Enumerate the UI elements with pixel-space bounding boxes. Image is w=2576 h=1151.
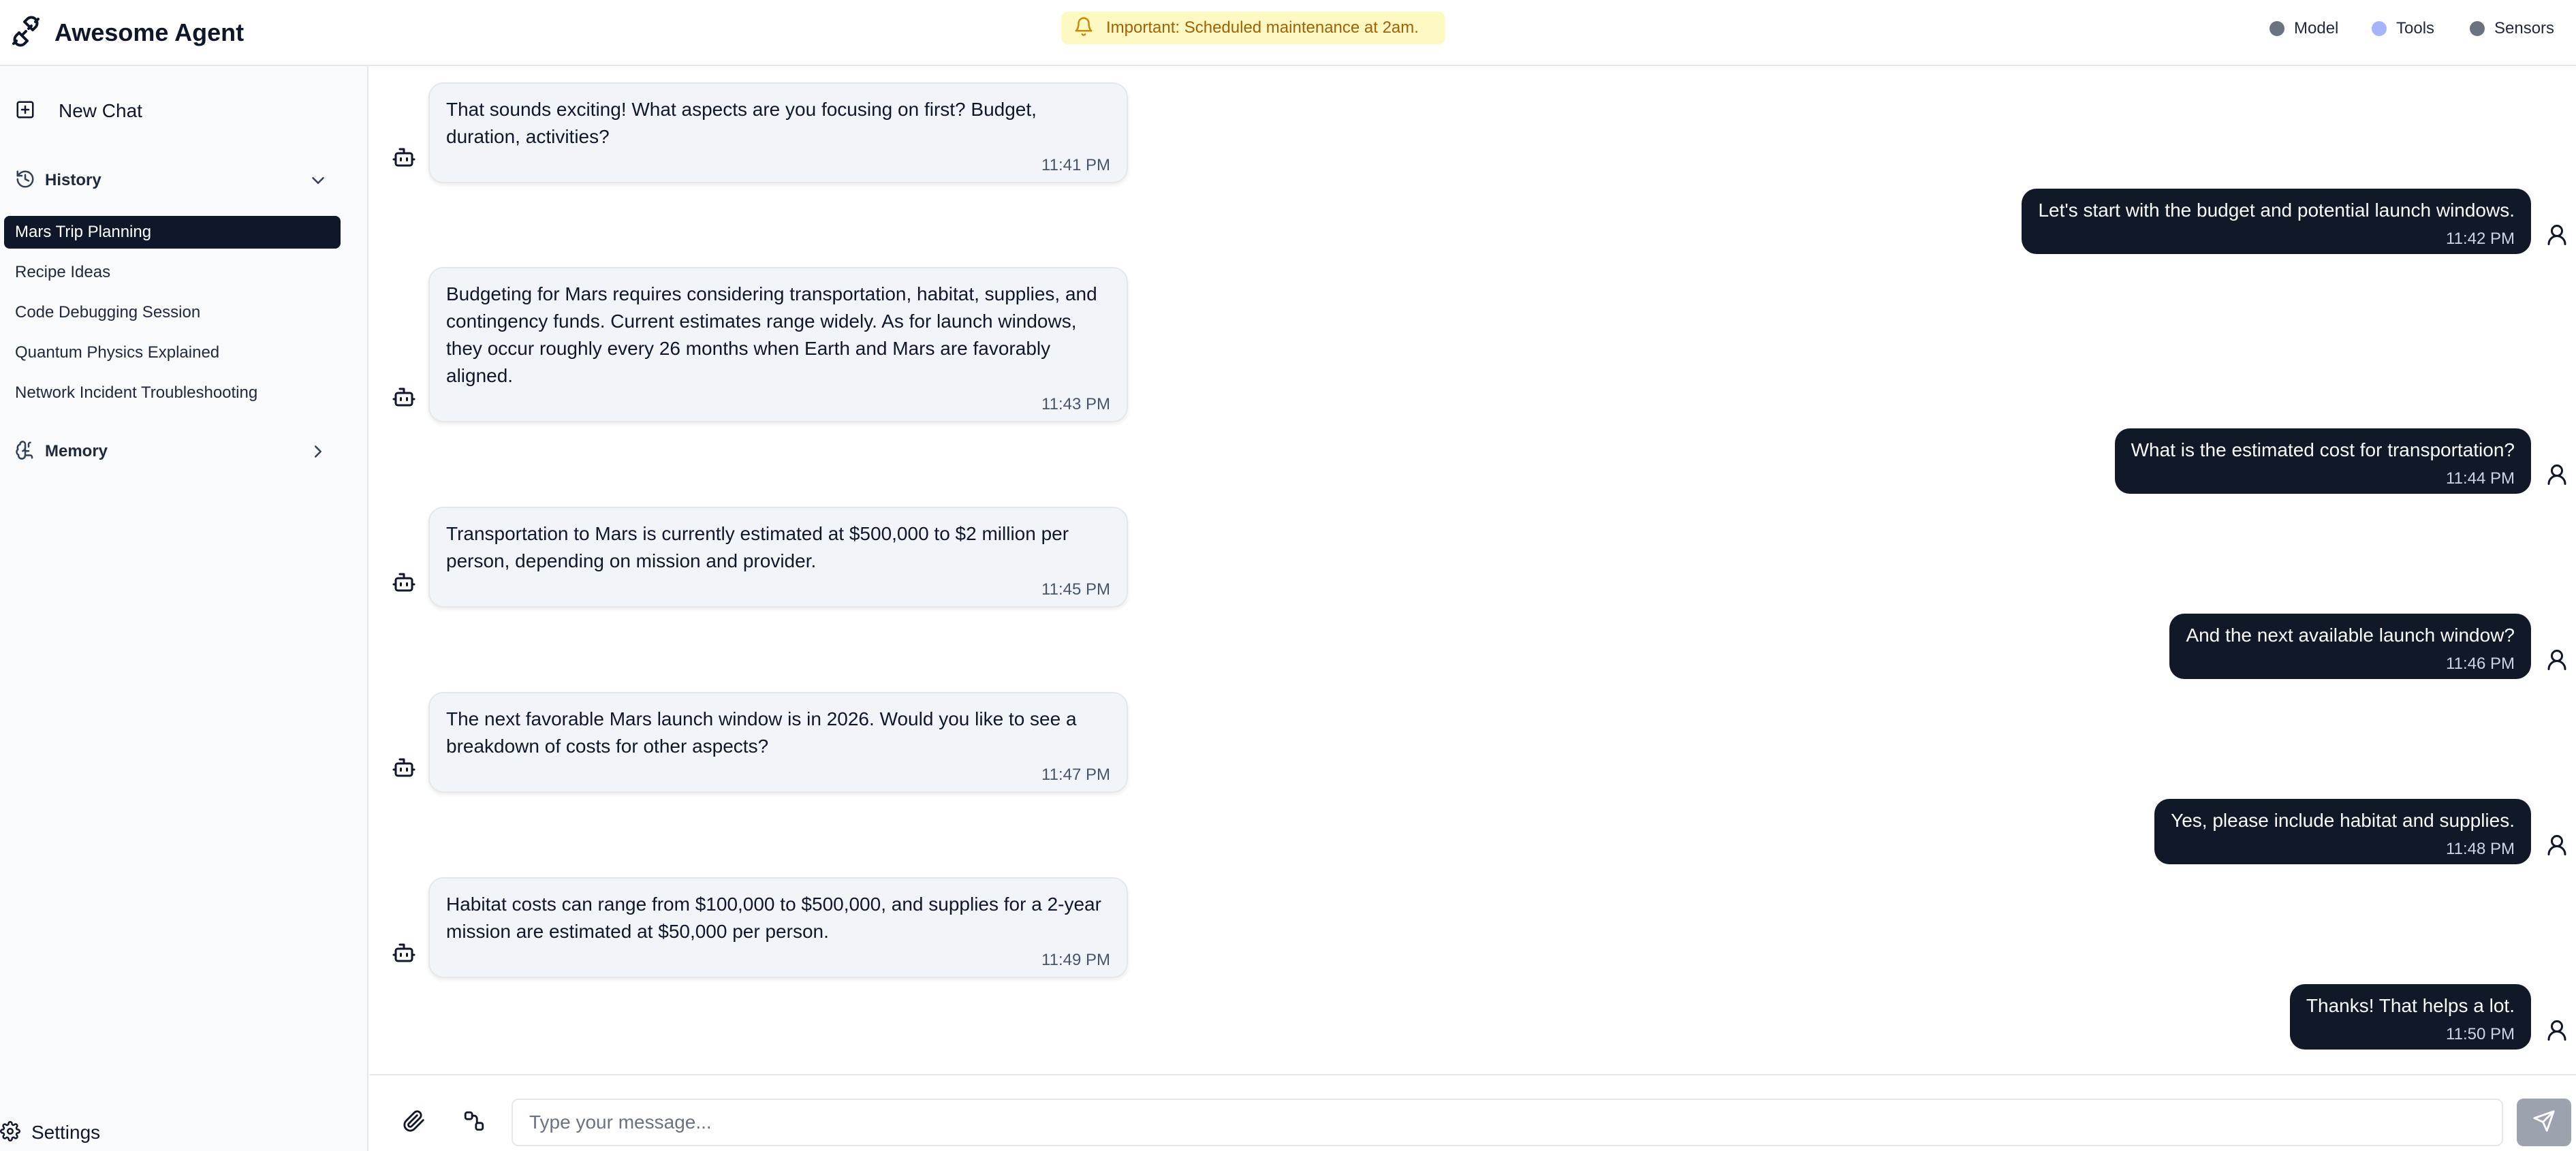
status-dot — [2470, 21, 2485, 36]
message-text: That sounds exciting! What aspects are y… — [446, 99, 1037, 147]
message-text: Habitat costs can range from $100,000 to… — [446, 894, 1101, 942]
assistant-message: The next favorable Mars launch window is… — [428, 692, 1128, 793]
history-icon — [15, 169, 35, 193]
user-message: Let's start with the budget and potentia… — [2022, 189, 2531, 254]
message-time: 11:48 PM — [2446, 840, 2515, 858]
status-label: Sensors — [2494, 19, 2555, 37]
message-text: What is the estimated cost for transport… — [2131, 439, 2515, 460]
brand[interactable]: Awesome Agent — [10, 12, 244, 53]
history-item[interactable]: Quantum Physics Explained — [4, 336, 341, 369]
bot-avatar — [392, 385, 416, 409]
status-dot — [2269, 21, 2284, 36]
user-avatar — [2545, 833, 2569, 857]
message-text: And the next available launch window? — [2186, 625, 2515, 646]
status-model[interactable]: Model — [2269, 17, 2338, 40]
user-icon — [2545, 650, 2569, 675]
bot-icon — [392, 148, 416, 172]
settings-button[interactable]: Settings — [0, 1119, 100, 1146]
paperclip-icon — [403, 1110, 426, 1135]
user-message: What is the estimated cost for transport… — [2114, 428, 2531, 494]
assistant-message: Transportation to Mars is currently esti… — [428, 507, 1128, 608]
message-time: 11:43 PM — [1041, 395, 1110, 413]
history-list: Mars Trip Planning Recipe Ideas Code Deb… — [4, 216, 341, 417]
user-message: And the next available launch window? 11… — [2169, 614, 2531, 679]
message-time: 11:46 PM — [2446, 655, 2515, 673]
new-chat-button[interactable]: New Chat — [15, 97, 142, 125]
attach-button[interactable] — [403, 1109, 430, 1137]
app-title: Awesome Agent — [54, 18, 245, 46]
message-time: 11:45 PM — [1041, 580, 1110, 599]
status-dot — [2372, 21, 2387, 36]
message-time: 11:50 PM — [2446, 1025, 2515, 1043]
history-label: History — [45, 171, 101, 189]
user-icon — [2545, 835, 2569, 860]
composer — [370, 1074, 2576, 1151]
sidebar: New Chat History Mars Trip Planning Reci… — [0, 66, 368, 1151]
user-avatar — [2545, 462, 2569, 487]
message-time: 11:42 PM — [2446, 230, 2515, 248]
maintenance-banner: Important: Scheduled maintenance at 2am. — [1061, 12, 1445, 44]
bell-icon — [1073, 16, 1094, 40]
plug-logo-icon — [10, 15, 42, 51]
chevron-down-icon — [308, 170, 328, 194]
message-text: Let's start with the budget and potentia… — [2038, 200, 2515, 221]
send-icon — [2532, 1109, 2556, 1136]
settings-label: Settings — [31, 1122, 101, 1143]
message-input[interactable] — [512, 1099, 2503, 1146]
memory-toggle[interactable]: Memory — [15, 438, 328, 465]
assistant-message: Budgeting for Mars requires considering … — [428, 267, 1128, 422]
history-item[interactable]: Mars Trip Planning — [4, 216, 341, 249]
bot-avatar — [392, 570, 416, 595]
bot-icon — [392, 943, 416, 968]
send-button[interactable] — [2517, 1099, 2571, 1146]
user-avatar — [2545, 223, 2569, 247]
status-tools[interactable]: Tools — [2372, 17, 2434, 40]
bot-avatar — [392, 755, 416, 780]
bot-avatar — [392, 941, 416, 965]
history-item[interactable]: Recipe Ideas — [4, 256, 341, 289]
brain-icon — [15, 440, 35, 464]
top-bar: Awesome Agent Important: Scheduled maint… — [0, 0, 2576, 66]
message-text: Budgeting for Mars requires considering … — [446, 283, 1097, 386]
bot-icon — [392, 573, 416, 597]
message-time: 11:49 PM — [1041, 951, 1110, 969]
bot-icon — [392, 388, 416, 412]
user-message: Yes, please include habitat and supplies… — [2154, 799, 2531, 864]
message-text: Thanks! That helps a lot. — [2306, 995, 2515, 1016]
message-time: 11:41 PM — [1041, 156, 1110, 174]
history-toggle[interactable]: History — [15, 167, 328, 194]
assistant-message: Habitat costs can range from $100,000 to… — [428, 877, 1128, 978]
message-text: Transportation to Mars is currently esti… — [446, 523, 1069, 571]
memory-label: Memory — [45, 442, 108, 460]
user-icon — [2545, 1020, 2569, 1045]
user-avatar — [2545, 648, 2569, 672]
new-chat-label: New Chat — [59, 100, 142, 121]
chat-thread: That sounds exciting! What aspects are y… — [370, 66, 2576, 1074]
assistant-message: That sounds exciting! What aspects are y… — [428, 82, 1128, 183]
history-item[interactable]: Network Incident Troubleshooting — [4, 377, 341, 409]
chevron-right-icon — [308, 441, 328, 465]
status-sensors[interactable]: Sensors — [2470, 17, 2554, 40]
user-avatar — [2545, 1018, 2569, 1043]
user-message: Thanks! That helps a lot. 11:50 PM — [2289, 984, 2531, 1050]
bot-avatar — [392, 145, 416, 170]
route-icon — [462, 1111, 486, 1135]
status-label: Tools — [2396, 19, 2435, 37]
status-label: Model — [2294, 19, 2339, 37]
message-time: 11:47 PM — [1041, 766, 1110, 784]
plus-square-icon — [15, 99, 35, 123]
message-text: Yes, please include habitat and supplies… — [2171, 810, 2515, 831]
message-time: 11:44 PM — [2446, 469, 2515, 488]
history-item[interactable]: Code Debugging Session — [4, 296, 341, 329]
user-icon — [2545, 225, 2569, 250]
banner-text: Important: Scheduled maintenance at 2am. — [1106, 18, 1419, 37]
tools-button[interactable] — [462, 1109, 490, 1137]
gear-icon — [0, 1120, 20, 1145]
user-icon — [2545, 464, 2569, 490]
bot-icon — [392, 758, 416, 783]
message-text: The next favorable Mars launch window is… — [446, 708, 1077, 757]
